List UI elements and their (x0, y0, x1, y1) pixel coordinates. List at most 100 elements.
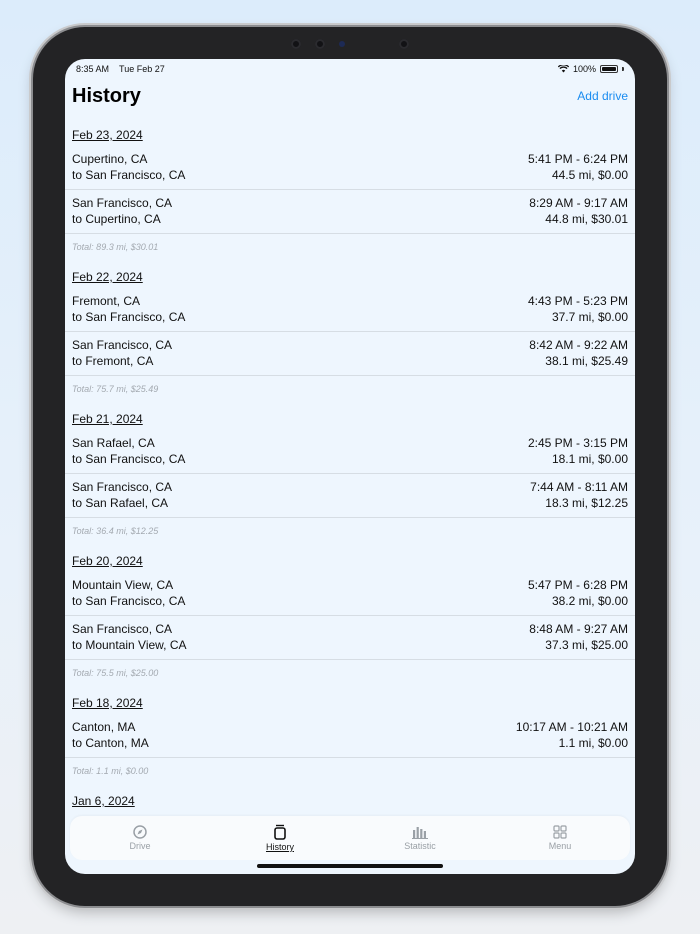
tab-bar: Drive History Statistic Menu (70, 816, 630, 860)
drive-from: San Francisco, CA (72, 338, 173, 352)
drive-details: 5:41 PM - 6:24 PM 44.5 mi, $0.00 (528, 151, 628, 189)
drive-row[interactable]: Canton, MA to Canton, MA 10:17 AM - 10:21 … (65, 714, 635, 758)
day-date: Feb 21, 2024 (72, 412, 143, 426)
drive-stats: 37.3 mi, $25.00 (545, 638, 628, 652)
drive-from: Mountain View, CA (72, 578, 174, 592)
drive-to: to Cupertino, CA (72, 212, 161, 226)
drive-route: Fremont, CA to San Francisco, CA (72, 293, 185, 331)
drive-row[interactable]: Cupertino, CA to San Francisco, CA 5:41 PM… (65, 146, 635, 190)
drive-details: 8:48 AM - 9:27 AM 37.3 mi, $25.00 (529, 621, 628, 659)
drive-stats: 18.3 mi, $12.25 (545, 496, 628, 510)
day-date: Feb 23, 2024 (72, 128, 143, 142)
drive-stats: 38.1 mi, $25.49 (545, 354, 628, 368)
app-screen: 8:35 AM Tue Feb 27 100% History Add driv… (65, 59, 635, 874)
drive-from: San Francisco, CA (72, 622, 173, 636)
tab-statistic[interactable]: Statistic (350, 816, 490, 860)
drive-route: San Francisco, CA to Mountain View, CA (72, 621, 187, 659)
drive-stats: 44.8 mi, $30.01 (545, 212, 628, 226)
drive-row[interactable]: Fremont, CA to San Francisco, CA 4:43 PM -… (65, 288, 635, 332)
status-date: Tue Feb 27 (119, 64, 165, 74)
drive-route: Mountain View, CA to San Francisco, CA (72, 577, 185, 615)
drive-details: 5:47 PM - 6:28 PM 38.2 mi, $0.00 (528, 577, 628, 615)
drive-time: 8:42 AM - 9:22 AM (529, 338, 628, 352)
status-time: 8:35 AM (76, 64, 110, 74)
tab-history[interactable]: History (210, 816, 350, 860)
bar-chart-icon (412, 827, 428, 839)
drive-to: to San Francisco, CA (72, 310, 186, 324)
drive-route: San Francisco, CA to San Rafael, CA (72, 479, 172, 517)
drive-time: 5:47 PM - 6:28 PM (527, 578, 628, 592)
drive-time: 4:43 PM - 5:23 PM (527, 294, 628, 308)
tab-menu[interactable]: Menu (490, 816, 630, 860)
drive-details: 4:43 PM - 5:23 PM 37.7 mi, $0.00 (528, 293, 628, 331)
drive-to: to San Francisco, CA (72, 452, 186, 466)
drive-stats: 1.1 mi, $0.00 (558, 736, 628, 750)
drive-row[interactable]: Mountain View, CA to San Francisco, CA 5:4… (65, 572, 635, 616)
drive-row[interactable]: San Francisco, CA to Mountain View, CA 8:4… (65, 616, 635, 660)
day-date: Feb 18, 2024 (72, 696, 143, 710)
drive-stats: 37.7 mi, $0.00 (551, 310, 628, 324)
drive-to: to San Francisco, CA (72, 168, 186, 182)
drive-time: 8:48 AM - 9:27 AM (529, 622, 628, 636)
camera-lens-icon (339, 41, 345, 47)
drive-to: to Mountain View, CA (72, 638, 187, 652)
history-list[interactable]: Feb 23, 2024 Cupertino, CA to San Francisc… (65, 119, 635, 810)
drive-stats: 44.5 mi, $0.00 (551, 168, 628, 182)
tab-label: History (265, 842, 294, 852)
drive-stats: 18.1 mi, $0.00 (551, 452, 628, 466)
day-date: Feb 20, 2024 (72, 554, 143, 568)
grid-icon (553, 825, 567, 839)
drive-row[interactable]: San Francisco, CA to Cupertino, CA 8:29 AM… (65, 190, 635, 234)
day-total: Total: 36.4 mi, $12.25 (72, 526, 159, 536)
day-total: Total: 1.1 mi, $0.00 (72, 766, 149, 776)
drive-details: 7:44 AM - 8:11 AM 18.3 mi, $12.25 (530, 479, 628, 517)
page-title: History (72, 84, 141, 107)
drive-route: San Francisco, CA to Cupertino, CA (72, 195, 172, 233)
add-drive-button[interactable]: Add drive (577, 89, 628, 103)
history-icon (274, 824, 286, 840)
day-total: Total: 75.5 mi, $25.00 (72, 668, 159, 678)
home-indicator (257, 864, 443, 868)
drive-to: to Fremont, CA (72, 354, 154, 368)
drive-stats: 38.2 mi, $0.00 (551, 594, 628, 608)
camera-bar (33, 39, 667, 49)
drive-time: 10:17 AM - 10:21 AM (515, 720, 628, 734)
drive-to: to San Rafael, CA (72, 496, 169, 510)
drive-time: 7:44 AM - 8:11 AM (530, 480, 628, 494)
drive-time: 8:29 AM - 9:17 AM (529, 196, 628, 210)
battery-percent: 100% (572, 64, 596, 74)
drive-details: 10:17 AM - 10:21 AM 1.1 mi, $0.00 (516, 719, 628, 757)
drive-from: Cupertino, CA (72, 152, 148, 166)
drive-time: 2:45 PM - 3:15 PM (527, 436, 628, 450)
drive-from: San Francisco, CA (72, 480, 173, 494)
compass-icon (133, 825, 147, 839)
drive-route: San Francisco, CA to Fremont, CA (72, 337, 172, 375)
drive-row[interactable]: San Rafael, CA to San Francisco, CA 2:45 P… (65, 430, 635, 474)
tab-label: Statistic (404, 841, 436, 851)
header: History Add drive (72, 81, 628, 111)
status-bar: 8:35 AM Tue Feb 27 100% (65, 59, 635, 79)
tab-label: Menu (548, 841, 572, 851)
tablet-frame: 8:35 AM Tue Feb 27 100% History Add driv… (33, 27, 667, 906)
drive-details: 2:45 PM - 3:15 PM 18.1 mi, $0.00 (528, 435, 628, 473)
sensor-icon (291, 39, 301, 49)
battery-icon (600, 65, 618, 73)
camera-icon (315, 39, 325, 49)
day-total: Total: 89.3 mi, $30.01 (72, 242, 159, 252)
drive-from: Fremont, CA (72, 294, 141, 308)
day-date: Jan 6, 2024 (72, 794, 135, 808)
drive-to: to San Francisco, CA (72, 594, 186, 608)
drive-route: Canton, MA to Canton, MA (72, 719, 149, 757)
drive-row[interactable]: San Francisco, CA to San Rafael, CA 7:44 A… (65, 474, 635, 518)
sensor-icon (399, 39, 409, 49)
wifi-icon (557, 65, 569, 73)
tab-drive[interactable]: Drive (70, 816, 210, 860)
drive-time: 5:41 PM - 6:24 PM (527, 152, 628, 166)
drive-route: Cupertino, CA to San Francisco, CA (72, 151, 185, 189)
drive-from: San Francisco, CA (72, 196, 173, 210)
drive-row[interactable]: San Francisco, CA to Fremont, CA 8:42 AM -… (65, 332, 635, 376)
drive-to: to Canton, MA (72, 736, 149, 750)
drive-details: 8:42 AM - 9:22 AM 38.1 mi, $25.49 (529, 337, 628, 375)
drive-details: 8:29 AM - 9:17 AM 44.8 mi, $30.01 (529, 195, 628, 233)
drive-from: San Rafael, CA (72, 436, 155, 450)
